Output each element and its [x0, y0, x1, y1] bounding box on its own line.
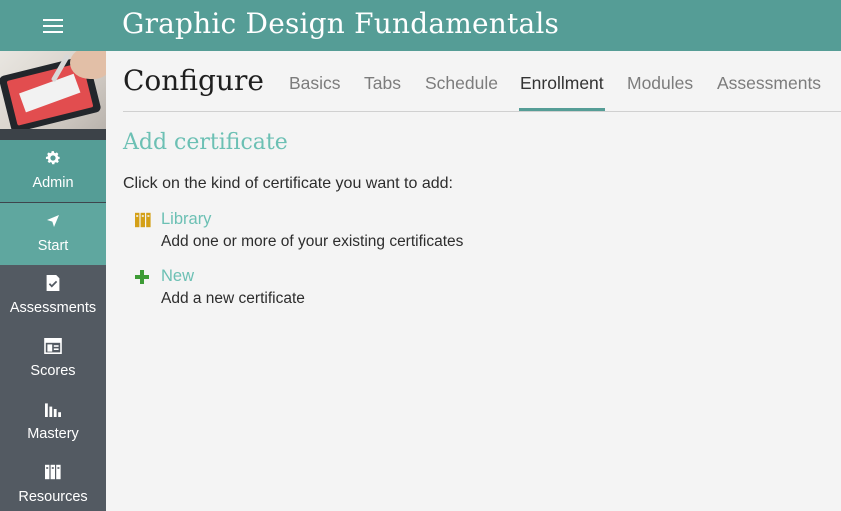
tab-modules[interactable]: Modules — [627, 73, 693, 94]
tab-assessments[interactable]: Assessments — [717, 73, 821, 94]
top-header-bar: Graphic Design Fundamentals — [0, 0, 841, 51]
gear-icon — [0, 148, 106, 168]
sidebar-item-scores[interactable]: Scores — [0, 328, 106, 390]
sidebar-item-mastery[interactable]: Mastery — [0, 391, 106, 453]
main-content: Configure Basics Tabs Schedule Enrollmen… — [106, 51, 841, 511]
sidebar-item-label: Mastery — [27, 426, 79, 442]
tab-enrollment[interactable]: Enrollment — [520, 73, 604, 94]
navigation-arrow-icon — [0, 211, 106, 231]
library-link[interactable]: Library — [161, 210, 211, 229]
bar-chart-icon — [0, 399, 106, 419]
page-title: Configure — [123, 64, 264, 97]
course-title: Graphic Design Fundamentals — [122, 7, 560, 40]
option-library: Library Add one or more of your existing… — [134, 210, 554, 260]
new-description: Add a new certificate — [161, 290, 305, 307]
library-description: Add one or more of your existing certifi… — [161, 233, 464, 250]
sidebar-item-assessments[interactable]: Assessments — [0, 265, 106, 327]
tabs-divider — [123, 111, 841, 112]
instructions-text: Click on the kind of certificate you wan… — [123, 175, 453, 192]
hamburger-menu-icon[interactable] — [0, 0, 106, 51]
sidebar: Admin Start Assessments Scores Mastery R… — [0, 51, 106, 511]
books-icon — [0, 462, 106, 482]
sidebar-item-label: Resources — [18, 489, 88, 505]
sidebar-item-label: Start — [37, 238, 69, 254]
gradebook-icon — [0, 336, 106, 356]
sidebar-item-admin[interactable]: Admin — [0, 140, 106, 202]
option-new: New Add a new certificate — [134, 267, 554, 317]
course-thumbnail[interactable] — [0, 51, 106, 140]
plus-icon — [134, 269, 152, 285]
sidebar-item-resources[interactable]: Resources — [0, 454, 106, 511]
new-link[interactable]: New — [161, 267, 194, 286]
tab-schedule[interactable]: Schedule — [425, 73, 498, 94]
section-title: Add certificate — [123, 130, 288, 155]
library-books-icon — [134, 212, 152, 228]
tab-basics[interactable]: Basics — [289, 73, 341, 94]
sidebar-item-label: Scores — [30, 363, 76, 379]
sidebar-item-label: Admin — [32, 175, 74, 191]
checklist-icon — [0, 273, 106, 293]
tab-tabs[interactable]: Tabs — [364, 73, 401, 94]
sidebar-item-label: Assessments — [9, 300, 97, 316]
sidebar-item-start[interactable]: Start — [0, 203, 106, 265]
